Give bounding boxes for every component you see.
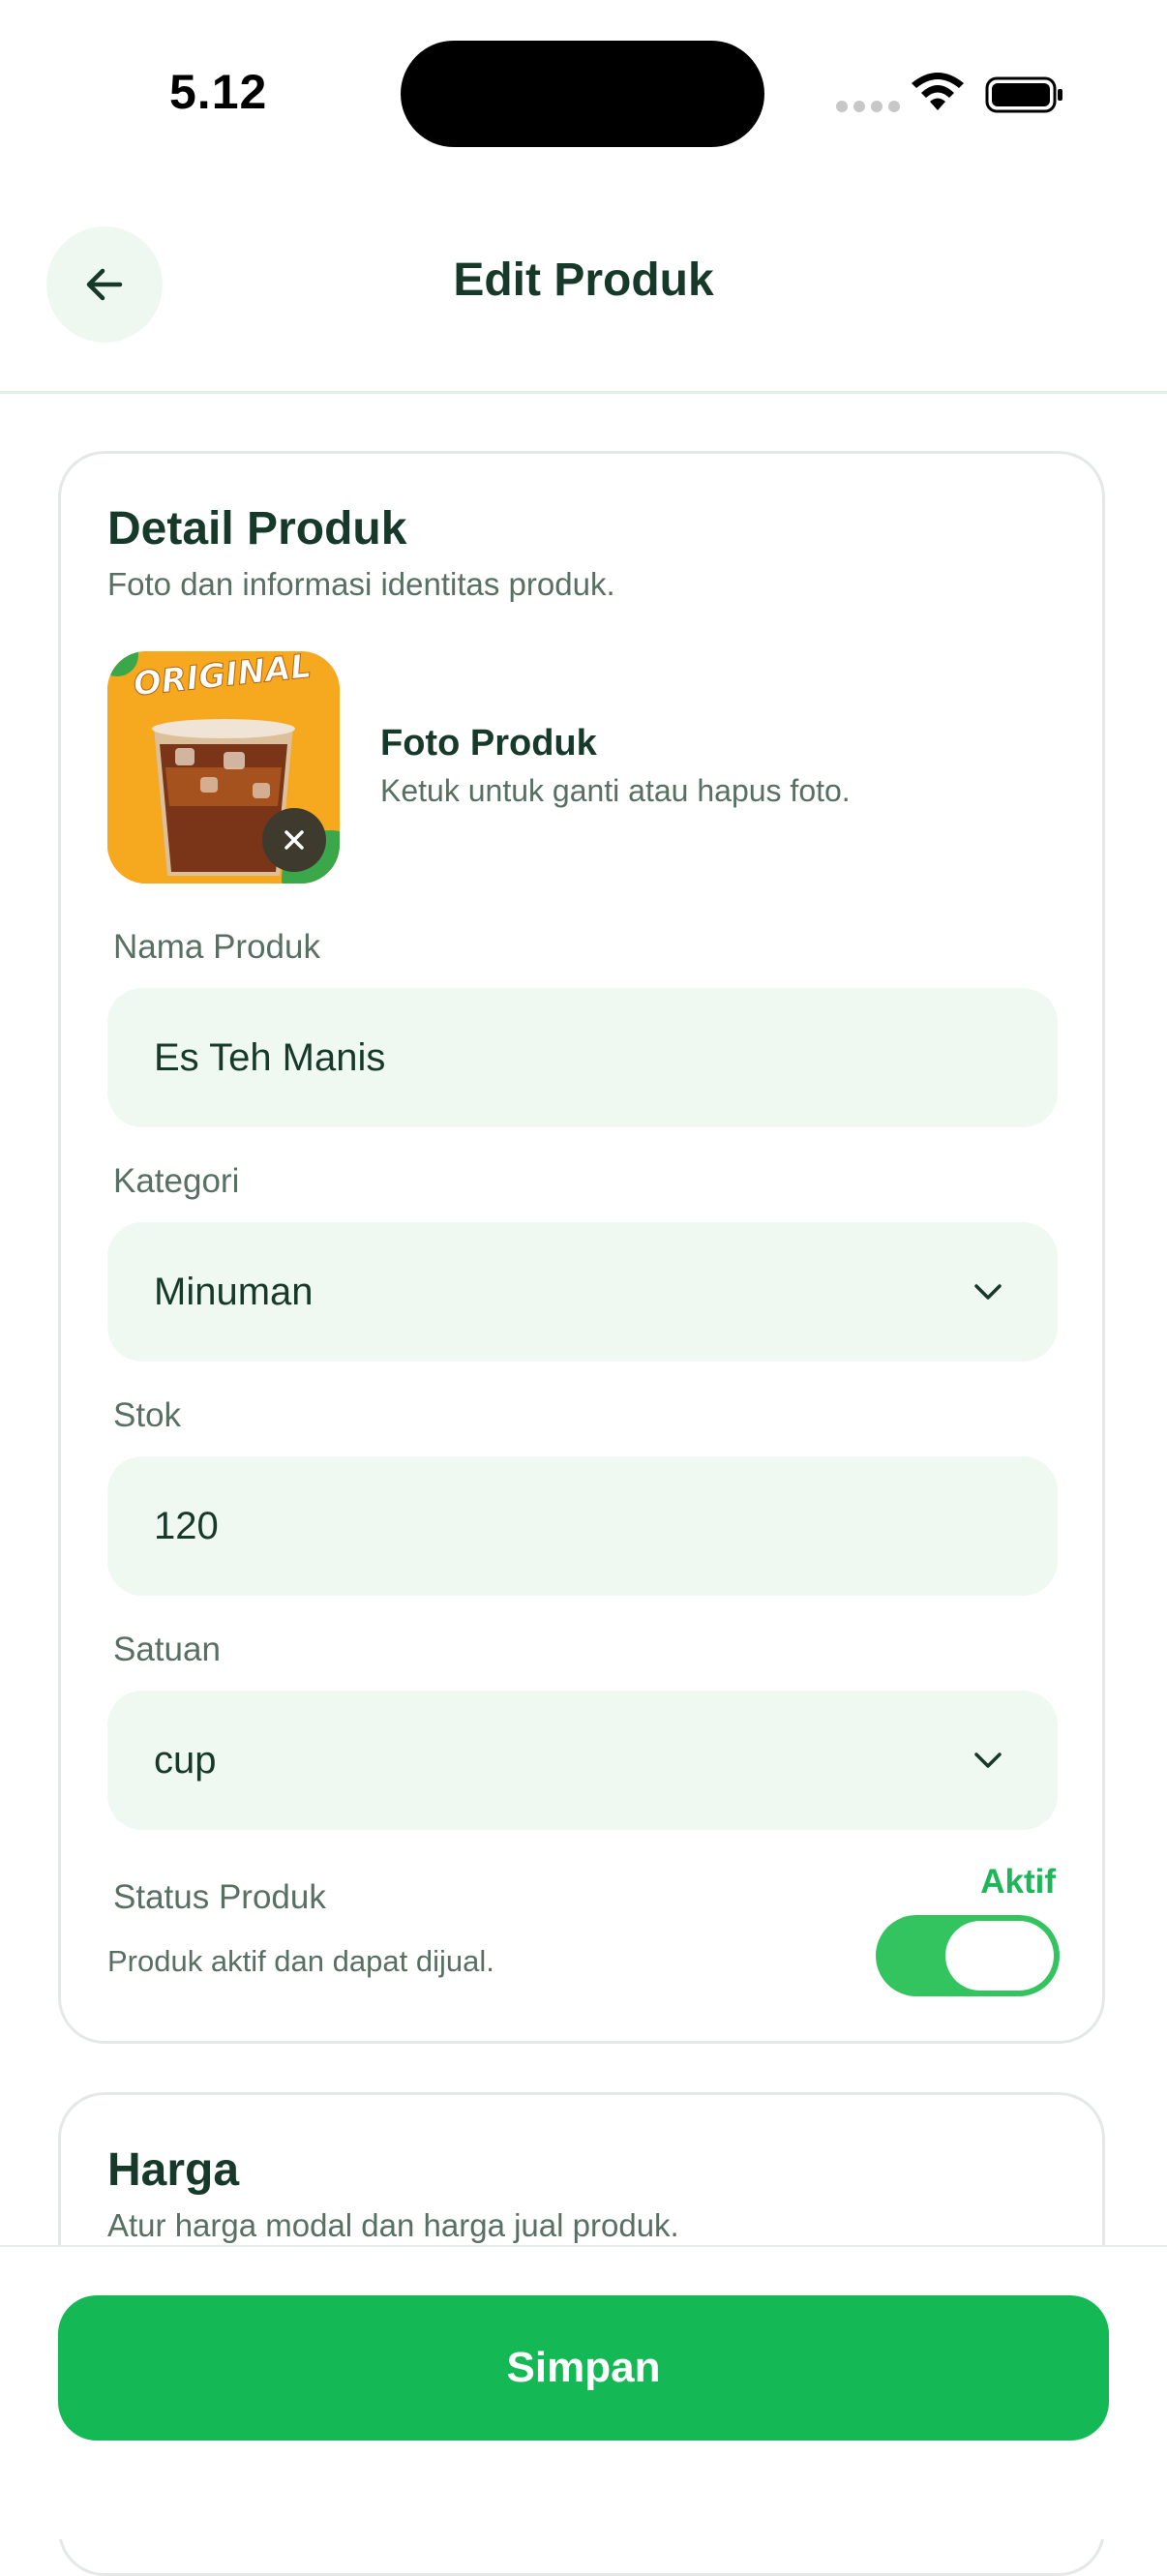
status-value: Aktif (980, 1863, 1056, 1901)
product-name-label: Nama Produk (113, 928, 320, 966)
close-icon (284, 830, 304, 850)
status-bar: 5.12 (0, 0, 1167, 184)
stock-value: 120 (154, 1504, 219, 1547)
detail-produk-card: Detail Produk Foto dan informasi identit… (58, 451, 1105, 2044)
save-button[interactable]: Simpan (58, 2295, 1109, 2441)
status-label: Status Produk (113, 1878, 326, 1916)
chevron-down-icon (974, 1284, 1002, 1300)
product-name-value: Es Teh Manis (154, 1035, 386, 1079)
chevron-down-icon (974, 1752, 1002, 1768)
stock-label: Stok (113, 1396, 182, 1434)
unit-label: Satuan (113, 1631, 221, 1668)
remove-photo-button[interactable] (262, 808, 326, 872)
card-subtitle: Foto dan informasi identitas produk. (107, 566, 615, 602)
status-description: Produk aktif dan dapat dijual. (107, 1944, 494, 1978)
stock-input[interactable]: 120 (107, 1456, 1058, 1596)
page-title: Edit Produk (453, 255, 714, 306)
status-time: 5.12 (169, 65, 268, 119)
photo-title: Foto Produk (380, 723, 597, 764)
toggle-knob (945, 1921, 1054, 1991)
bottom-action-bar: Simpan (0, 2245, 1167, 2539)
cellular-signal-icon (836, 101, 900, 112)
category-select[interactable]: Minuman (107, 1222, 1058, 1362)
wifi-icon (912, 73, 964, 110)
unit-select[interactable]: cup (107, 1691, 1058, 1830)
card-subtitle: Atur harga modal dan harga jual produk. (107, 2207, 679, 2243)
dynamic-island (401, 41, 764, 147)
unit-value: cup (154, 1738, 217, 1782)
photo-hint: Ketuk untuk ganti atau hapus foto. (380, 773, 851, 808)
card-title: Detail Produk (107, 503, 407, 554)
product-name-input[interactable]: Es Teh Manis (107, 988, 1058, 1127)
card-title: Harga (107, 2144, 240, 2196)
category-label: Kategori (113, 1162, 240, 1200)
category-value: Minuman (154, 1270, 314, 1313)
battery-icon (985, 76, 1062, 113)
status-toggle[interactable] (876, 1915, 1060, 1996)
app-header: Edit Produk (0, 213, 1167, 394)
